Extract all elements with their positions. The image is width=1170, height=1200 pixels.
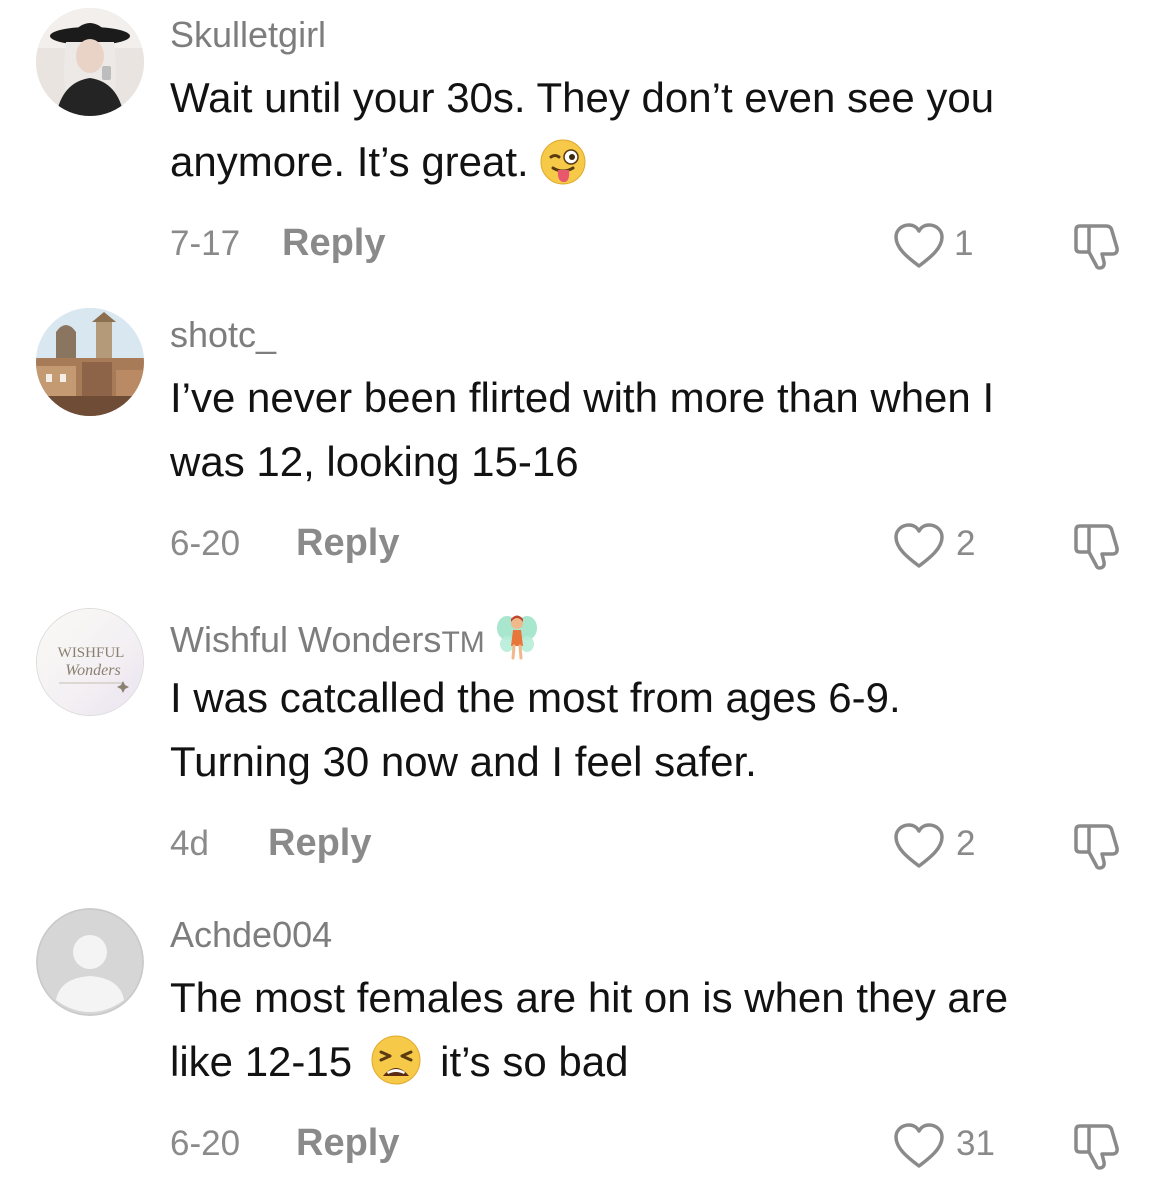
avatar-logo-text: WISHFUL	[58, 645, 125, 661]
comment-item: Skulletgirl Wait until your 30s. They do…	[0, 0, 1170, 300]
like-count: 2	[956, 524, 976, 563]
comment-text: Wait until your 30s. They don’t even see…	[170, 66, 1130, 204]
like-count: 2	[956, 824, 976, 863]
heart-icon[interactable]	[892, 822, 946, 870]
comment-item: WISHFUL Wonders Wishful WondersTM I was …	[0, 600, 1170, 900]
thumbs-down-icon[interactable]	[1070, 820, 1126, 872]
comment-text: I’ve never been flirted with more than w…	[170, 366, 1130, 494]
reply-button[interactable]: Reply	[282, 222, 385, 265]
comment-line: was 12, looking 15-16	[170, 438, 579, 485]
fairy-emoji	[495, 614, 539, 671]
weary-face-emoji	[370, 1034, 422, 1104]
comment-line: like 12-15 it’s so bad	[170, 1030, 1130, 1104]
comment-date: 4d	[170, 824, 209, 863]
comment-text: The most females are hit on is when they…	[170, 966, 1130, 1104]
thumbs-down-icon[interactable]	[1070, 220, 1126, 272]
thumbs-down-icon[interactable]	[1070, 520, 1126, 572]
reply-button[interactable]: Reply	[268, 822, 371, 865]
winking-face-with-tongue-emoji	[539, 138, 587, 204]
username[interactable]: Achde004	[170, 914, 332, 956]
avatar[interactable]	[36, 908, 144, 1016]
reply-button[interactable]: Reply	[296, 1122, 399, 1165]
comment-text: I was catcalled the most from ages 6-9. …	[170, 666, 1130, 794]
comment-line: I was catcalled the most from ages 6-9.	[170, 674, 901, 721]
comment-date: 6-20	[170, 524, 241, 563]
heart-icon[interactable]	[892, 222, 946, 270]
comment-line: anymore. It’s great.	[170, 130, 1130, 204]
username[interactable]: Wishful WondersTM	[170, 614, 539, 671]
comment-item: Achde004 The most females are hit on is …	[0, 900, 1170, 1200]
thumbs-down-icon[interactable]	[1070, 1120, 1126, 1172]
like-count: 1	[954, 224, 974, 263]
avatar[interactable]: WISHFUL Wonders	[36, 608, 144, 716]
username[interactable]: Skulletgirl	[170, 14, 326, 56]
comment-line: Wait until your 30s. They don’t even see…	[170, 74, 995, 121]
like-count: 31	[956, 1124, 995, 1163]
avatar[interactable]	[36, 308, 144, 416]
avatar[interactable]	[36, 8, 144, 116]
avatar-logo-text: Wonders	[65, 662, 120, 679]
reply-button[interactable]: Reply	[296, 522, 399, 565]
heart-icon[interactable]	[892, 1122, 946, 1170]
comment-item: shotc_ I’ve never been flirted with more…	[0, 300, 1170, 600]
comment-date: 6-20	[170, 1124, 241, 1163]
comment-line: The most females are hit on is when they…	[170, 974, 1009, 1021]
username[interactable]: shotc_	[170, 314, 276, 356]
comment-line: Turning 30 now and I feel safer.	[170, 738, 757, 785]
heart-icon[interactable]	[892, 522, 946, 570]
comment-line: I’ve never been flirted with more than w…	[170, 374, 995, 421]
comment-date: 7-17	[170, 224, 241, 263]
